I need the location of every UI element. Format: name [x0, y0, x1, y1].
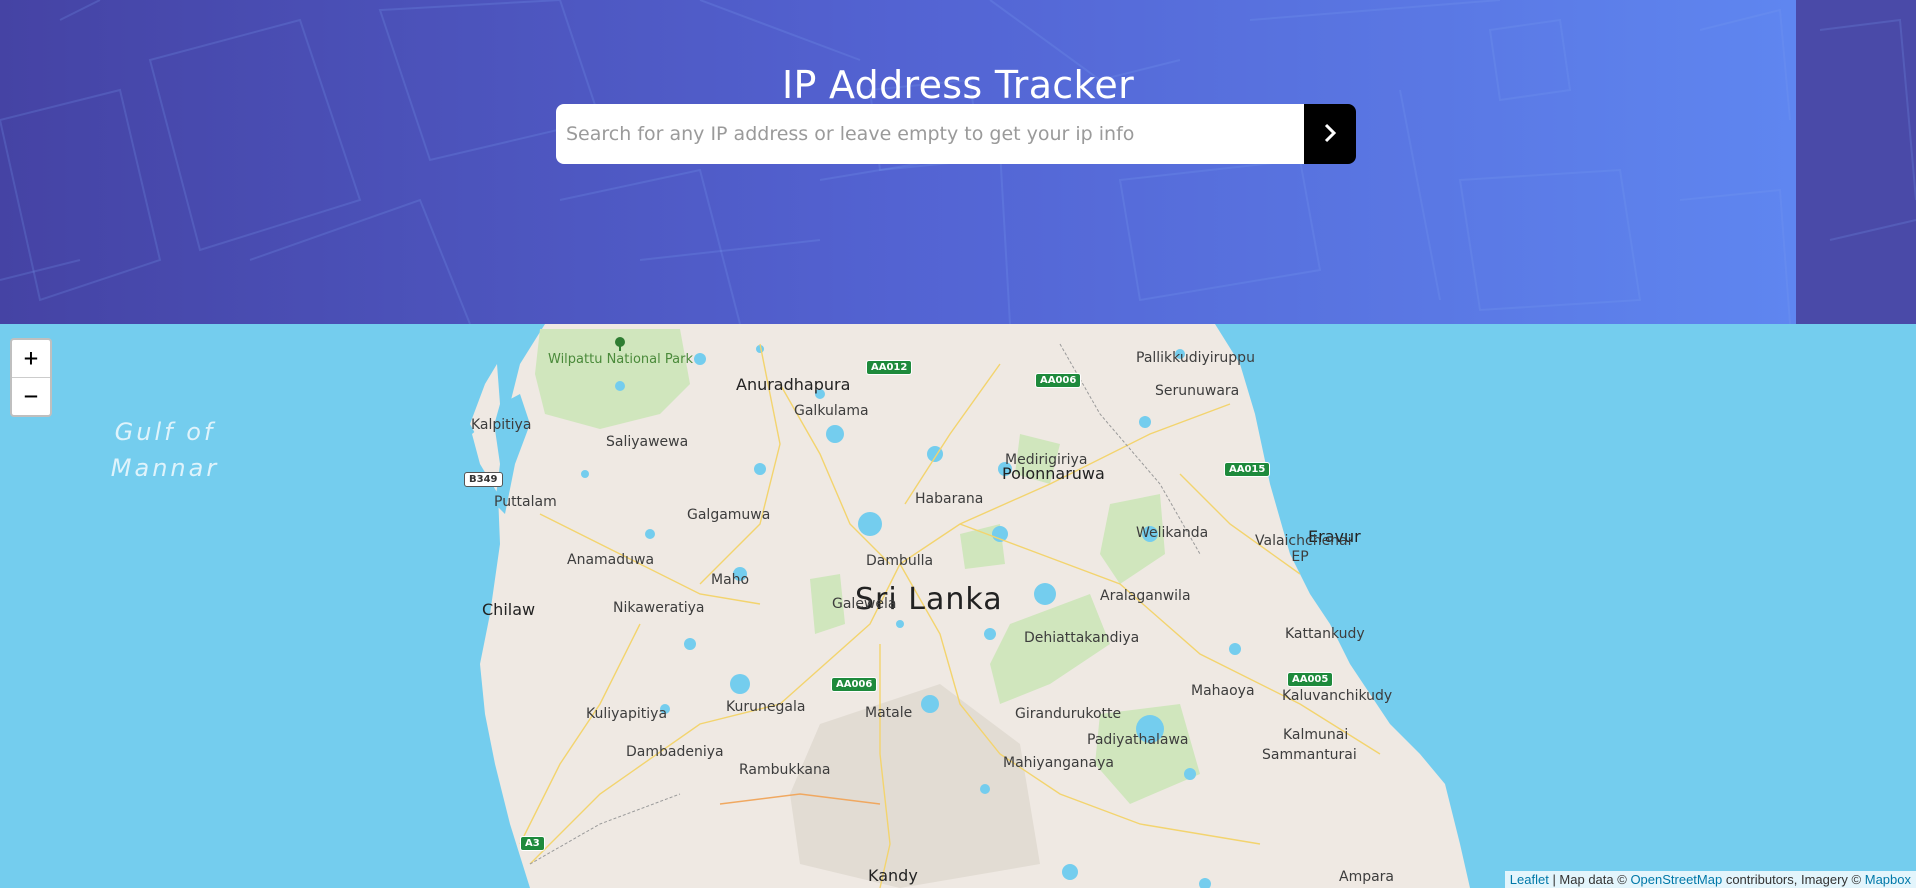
town-label: Nikaweratiya — [613, 600, 705, 616]
search-bar — [556, 104, 1356, 164]
page-title: IP Address Tracker — [781, 63, 1135, 108]
town-label: Ampara — [1339, 869, 1395, 885]
attribution-text: | Map data © — [1548, 872, 1631, 887]
town-label: Mahaoya — [1191, 683, 1255, 699]
town-label: Galgamuwa — [687, 507, 771, 523]
town-label: Habarana — [915, 491, 984, 507]
zoom-control: + − — [10, 338, 52, 417]
zoom-out-button[interactable]: − — [12, 377, 50, 415]
city-label: Chilaw — [482, 600, 536, 619]
town-label: Mahiyanganaya — [1003, 755, 1114, 771]
city-label: Kandy — [868, 866, 918, 885]
header-banner: IP Address Tracker — [0, 0, 1916, 324]
town-label: Welikanda — [1136, 525, 1209, 541]
town-label: Galkulama — [794, 403, 869, 419]
town-label: Kurunegala — [726, 699, 806, 715]
city-label: Anuradhapura — [736, 375, 851, 394]
town-label: Rambukkana — [739, 762, 831, 778]
town-label: Kaluvanchikudy — [1282, 688, 1393, 704]
town-label: Galewela — [832, 596, 897, 612]
town-label: Valaichchenai EP — [1255, 533, 1352, 565]
town-label: Pallikkudiyiruppu — [1136, 350, 1255, 366]
search-submit-button[interactable] — [1304, 104, 1356, 164]
town-label: Girandurukotte — [1015, 706, 1122, 722]
town-label: Saliyawewa — [606, 434, 689, 450]
ip-search-input[interactable] — [556, 104, 1304, 164]
town-label: Aralaganwila — [1100, 588, 1191, 604]
town-label: Padiyathalawa — [1087, 732, 1189, 748]
map-attribution: Leaflet | Map data © OpenStreetMap contr… — [1504, 871, 1916, 888]
town-label: Sammanturai — [1262, 747, 1357, 763]
town-label: Dehiattakandiya — [1024, 630, 1140, 646]
town-label: Kalpitiya — [471, 417, 532, 433]
park-label: Wilpattu National Park — [548, 352, 693, 367]
town-label: Maho — [711, 572, 750, 588]
town-label: Kattankudy — [1285, 626, 1365, 642]
road-shield: B349 — [464, 472, 503, 487]
road-shield: A3 — [520, 836, 545, 851]
town-label: Puttalam — [494, 494, 557, 510]
attribution-text: contributors, Imagery © — [1722, 872, 1865, 887]
road-shield: AA006 — [1035, 373, 1082, 388]
road-shield: AA015 — [1224, 462, 1271, 477]
osm-link[interactable]: OpenStreetMap — [1630, 872, 1722, 887]
sea-label: Gulf of Mannar — [110, 418, 220, 482]
map-view[interactable]: Gulf of Mannar Wilpattu National Park Sr… — [0, 324, 1916, 888]
town-label: Matale — [865, 705, 913, 721]
town-label: Serunuwara — [1155, 383, 1240, 399]
road-shield: AA012 — [866, 360, 913, 375]
town-label: Kuliyapitiya — [586, 706, 668, 722]
leaflet-link[interactable]: Leaflet — [1510, 872, 1549, 887]
mapbox-link[interactable]: Mapbox — [1865, 872, 1911, 887]
town-label: Anamaduwa — [567, 552, 655, 568]
town-label: Kalmunai — [1283, 727, 1349, 743]
road-shield: AA005 — [1287, 672, 1334, 687]
zoom-in-button[interactable]: + — [12, 340, 50, 377]
road-shield: AA006 — [831, 677, 878, 692]
town-label: Dambadeniya — [626, 744, 724, 760]
town-label: Dambulla — [866, 553, 934, 569]
chevron-right-icon — [1323, 123, 1337, 146]
town-label: Medirigiriya — [1005, 452, 1088, 468]
